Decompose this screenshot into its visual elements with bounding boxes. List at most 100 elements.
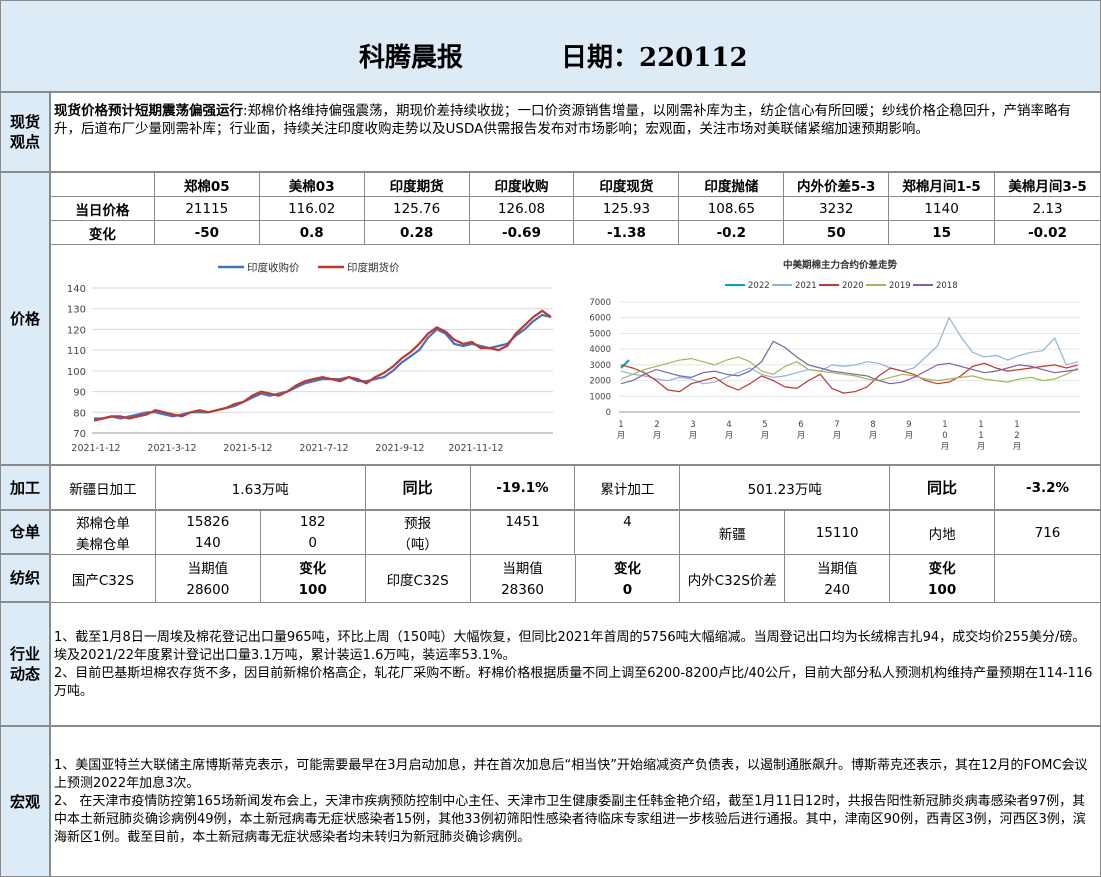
xj-warehouse-label: 新疆: [679, 510, 786, 555]
series-line-1: [93, 309, 552, 422]
change-cell: 50: [783, 220, 890, 245]
industry-news-item-1: 1、截至1月8日一周埃及棉花登记出口量965吨，环比上周（150吨）大幅恢复，但…: [54, 630, 1086, 663]
price-cell: 3232: [783, 196, 890, 221]
series-line-2018: [620, 340, 1079, 385]
x-tick-label: 2021-1-12: [71, 443, 120, 454]
macro-news-item-2: 2、 在天津市疫情防控第165场新闻发布会上，天津市疾病预防控制中心主任、天津市…: [54, 794, 1086, 845]
change-header: 变化: [259, 554, 366, 579]
legend-label: 2020: [842, 281, 864, 291]
price-side-label: 价格: [0, 172, 50, 465]
industry-news-item-2: 2、目前巴基斯坦棉农存货不多，因目前新棉价格高企，轧花厂采购不断。籽棉价格根据质…: [54, 666, 1093, 699]
xj-yoy-value: -19.1%: [469, 465, 576, 510]
processing-side-label: 加工: [0, 465, 50, 510]
legend-label: 2022: [748, 281, 770, 291]
x-tick-label: 0: [942, 431, 947, 441]
price-col-header: 郑棉月间1-5: [888, 172, 996, 197]
y-tick-label: 3000: [589, 361, 611, 371]
price-cell: 125.93: [573, 196, 680, 221]
change-header: 变化: [574, 554, 681, 579]
change-header: 变化: [889, 554, 996, 579]
xj-processing-label: 新疆日加工: [50, 465, 156, 510]
warehouse-table: 郑棉仓单 15826 182 预报 1451 4 新疆 15110 内地 716…: [50, 510, 1101, 555]
y-tick-label: 6000: [589, 314, 611, 324]
y-tick-label: 90: [73, 388, 86, 399]
spot-view: 现货价格预计短期震荡偏强运行:郑棉价格维持偏强震荡，期现价差持续收拢；一口价资源…: [50, 92, 1101, 172]
price-cell: 21115: [153, 196, 260, 221]
spot-headline: 现货价格预计短期震荡偏强运行: [54, 103, 243, 119]
price-cell: 1140: [888, 196, 996, 221]
nd-warehouse-value: 716: [994, 510, 1101, 555]
report-header: 科腾晨报 日期：220112: [0, 0, 1101, 92]
x-tick-label: 2: [654, 420, 659, 430]
legend-label: 2021: [795, 281, 817, 291]
change-cell: 0.8: [258, 220, 365, 245]
series-line-0: [94, 313, 552, 420]
x-tick-label: 1: [978, 431, 983, 441]
report-title: 科腾晨报: [359, 43, 464, 73]
textile-table: 国产C32S 当期值 变化 印度C32S 当期值 变化 内外C32S价差 当期值…: [50, 554, 1101, 603]
y-tick-label: 120: [67, 325, 86, 336]
processing-table: 新疆日加工 1.63万吨 同比 -19.1% 累计加工 501.23万吨 同比 …: [50, 465, 1101, 510]
forecast-unit: （吨）: [364, 532, 471, 555]
x-tick-label: 1: [942, 420, 947, 430]
x-tick-label: 月: [725, 431, 734, 441]
current-value-header: 当期值: [154, 554, 261, 579]
zc-warehouse-value: 15826: [154, 510, 261, 533]
empty-cell: [469, 532, 576, 555]
y-tick-label: 100: [67, 367, 86, 378]
domestic-c32s-label: 国产C32S: [50, 554, 156, 603]
industry-side-label: 行业动态: [0, 602, 50, 726]
price-col-header: 美棉月间3-5: [994, 172, 1101, 197]
price-cell: 2.13: [994, 196, 1101, 221]
price-col-header: 内外价差5-3: [783, 172, 890, 197]
y-tick-label: 0: [606, 408, 611, 418]
price-cell: 125.76: [363, 196, 470, 221]
price-col-header: 印度期货: [363, 172, 470, 197]
x-tick-label: 4: [726, 420, 731, 430]
legend-label: 2019: [889, 281, 911, 291]
spread-c32s-change: 100: [889, 578, 996, 603]
x-tick-label: 月: [833, 431, 842, 441]
cum-processing-label: 累计加工: [574, 465, 681, 510]
x-tick-label: 月: [689, 431, 698, 441]
x-tick-label: 6: [798, 420, 803, 430]
textile-side-label: 纺织: [0, 554, 50, 602]
nd-warehouse-label: 内地: [889, 510, 996, 555]
x-tick-label: 3: [690, 420, 695, 430]
macro-news-item-1: 1、美国亚特兰大联储主席博斯蒂克表示，可能需要最早在3月启动加息，并在首次加息后…: [54, 758, 1088, 791]
x-tick-label: 2021-11-12: [448, 443, 503, 454]
y-tick-label: 110: [67, 346, 86, 357]
y-tick-label: 7000: [589, 298, 611, 308]
empty-cell: [574, 532, 681, 555]
price-row-label: 变化: [50, 220, 155, 245]
y-tick-label: 140: [67, 284, 86, 295]
zc-warehouse-change: 182: [259, 510, 366, 533]
change-cell: 0.28: [363, 220, 470, 245]
price-header-row: 郑棉05 美棉03 印度期货 印度收购 印度现货 印度抛储 内外价差5-3 郑棉…: [50, 172, 1101, 197]
us-warehouse-value: 140: [154, 532, 261, 555]
price-col-header: 印度现货: [573, 172, 680, 197]
change-cell: -1.38: [573, 220, 680, 245]
spread-c32s-label: 内外C32S价差: [679, 554, 786, 603]
industry-news: 1、截至1月8日一周埃及棉花登记出口量965吨，环比上周（150吨）大幅恢复，但…: [50, 602, 1101, 726]
us-warehouse-change: 0: [259, 532, 366, 555]
price-change-row: 变化 -50 0.8 0.28 -0.69 -1.38 -0.2 50 15 -…: [50, 220, 1101, 245]
x-tick-label: 9: [906, 420, 911, 430]
report-date: 日期：220112: [561, 43, 748, 73]
current-value-header: 当期值: [469, 554, 576, 579]
x-tick-label: 月: [1013, 442, 1022, 452]
current-value-header: 当期值: [784, 554, 891, 579]
x-tick-label: 8: [870, 420, 875, 430]
x-tick-label: 1: [978, 420, 983, 430]
spot-side-label: 现货观点: [0, 92, 50, 172]
price-corner: [50, 172, 155, 197]
y-tick-label: 5000: [589, 329, 611, 339]
cum-processing-value: 501.23万吨: [679, 465, 891, 510]
us-warehouse-label: 美棉仓单: [50, 532, 156, 555]
domestic-c32s-change: 100: [259, 578, 366, 603]
spread-c32s-value: 240: [784, 578, 891, 603]
x-tick-label: 月: [653, 431, 662, 441]
x-tick-label: 1: [618, 420, 623, 430]
zc-warehouse-label: 郑棉仓单: [50, 510, 156, 533]
y-tick-label: 2000: [589, 377, 611, 387]
